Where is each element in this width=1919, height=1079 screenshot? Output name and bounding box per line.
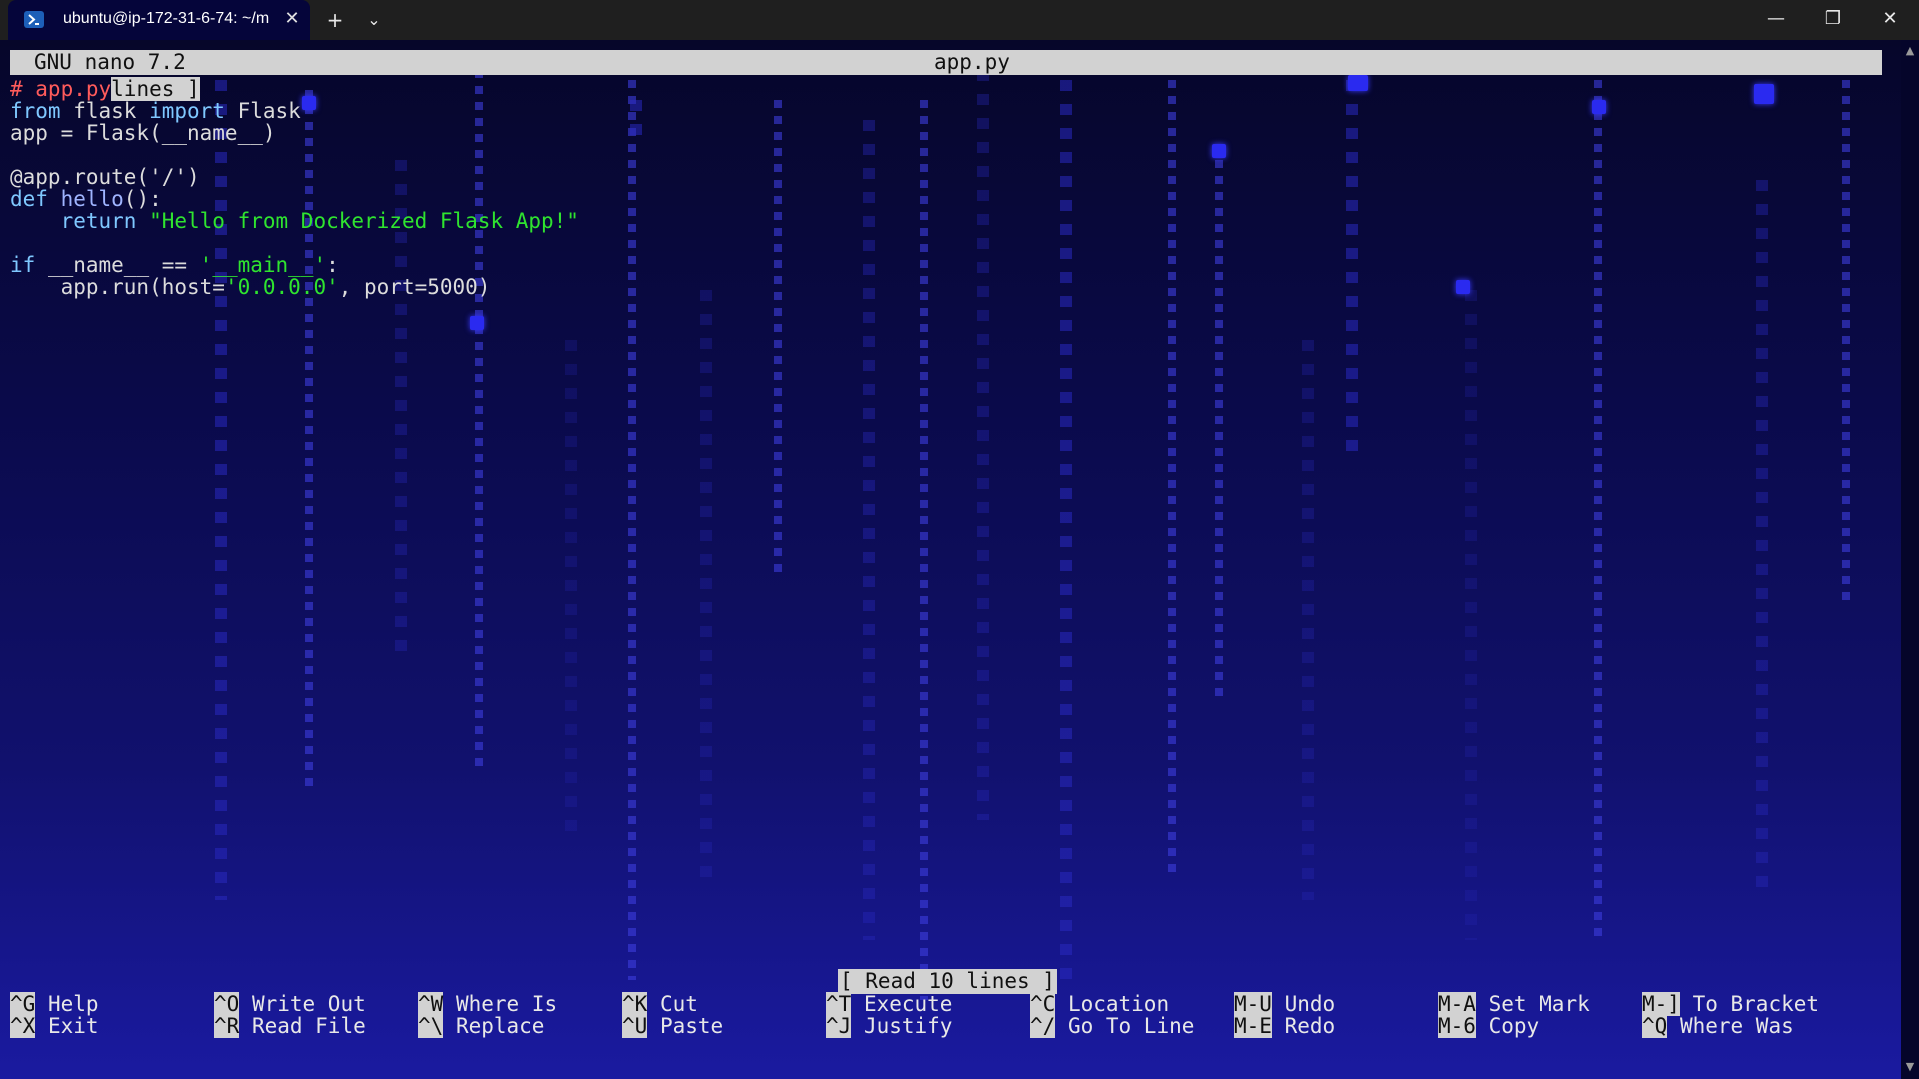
shortcut-key: M-E bbox=[1234, 1014, 1272, 1038]
scroll-down-icon[interactable]: ▼ bbox=[1903, 1060, 1917, 1074]
scroll-up-icon[interactable]: ▲ bbox=[1903, 44, 1917, 58]
shortcut-key: ^X bbox=[10, 1014, 36, 1038]
tab-close-icon[interactable]: ✕ bbox=[282, 8, 302, 30]
shortcut-label: Redo bbox=[1271, 1014, 1336, 1038]
nano-filename: app.py bbox=[934, 50, 1010, 74]
code-line-10[interactable]: app.run(host='0.0.0.0', port=5000) bbox=[10, 274, 491, 301]
shortcut-exit[interactable]: ^X Exit bbox=[10, 1013, 99, 1039]
new-tab-button[interactable]: + bbox=[323, 6, 347, 34]
shortcut-justify[interactable]: ^J Justify bbox=[826, 1013, 952, 1039]
shortcut-label: Exit bbox=[35, 1014, 99, 1038]
shortcut-key: ^/ bbox=[1030, 1014, 1056, 1038]
matrix-background bbox=[0, 40, 1901, 1079]
minimize-button[interactable]: — bbox=[1748, 0, 1804, 40]
code-line-7[interactable]: return "Hello from Dockerized Flask App!… bbox=[10, 208, 579, 235]
code-line-3[interactable]: app = Flask(__name__) bbox=[10, 120, 276, 147]
tab-dropdown-icon[interactable]: ⌄ bbox=[362, 6, 386, 34]
terminal-pane[interactable]: GNU nano 7.2 app.py # app.pylines ] from… bbox=[0, 40, 1901, 1079]
shortcut-label: Justify bbox=[851, 1014, 953, 1038]
tab-title: ubuntu@ip-172-31-6-74: ~/m bbox=[63, 10, 270, 27]
shortcut-replace[interactable]: ^\ Replace bbox=[418, 1013, 544, 1039]
shortcut-go-to-line[interactable]: ^/ Go To Line bbox=[1030, 1013, 1194, 1039]
shortcut-where-was[interactable]: ^Q Where Was bbox=[1642, 1013, 1794, 1039]
shortcut-copy[interactable]: M-6 Copy bbox=[1438, 1013, 1539, 1039]
shortcut-redo[interactable]: M-E Redo bbox=[1234, 1013, 1335, 1039]
maximize-button[interactable]: ❐ bbox=[1805, 0, 1861, 40]
shortcut-key: ^\ bbox=[418, 1014, 444, 1038]
shortcut-label: Read File bbox=[239, 1014, 366, 1038]
powershell-icon bbox=[24, 11, 44, 28]
shortcut-key: M-6 bbox=[1438, 1014, 1476, 1038]
shortcut-key: ^U bbox=[622, 1014, 648, 1038]
close-button[interactable]: ✕ bbox=[1862, 0, 1918, 40]
scrollbar[interactable]: ▲ ▼ bbox=[1901, 40, 1919, 1079]
shortcut-label: Copy bbox=[1475, 1014, 1540, 1038]
terminal-tab[interactable]: ubuntu@ip-172-31-6-74: ~/m ✕ bbox=[8, 0, 310, 40]
shortcut-key: ^R bbox=[214, 1014, 240, 1038]
shortcut-key: ^Q bbox=[1642, 1014, 1668, 1038]
shortcut-key: ^J bbox=[826, 1014, 852, 1038]
shortcut-paste[interactable]: ^U Paste bbox=[622, 1013, 723, 1039]
nano-version: GNU nano 7.2 bbox=[34, 50, 186, 74]
shortcut-label: Where Was bbox=[1667, 1014, 1794, 1038]
nano-header: GNU nano 7.2 app.py bbox=[10, 50, 1882, 75]
shortcut-read-file[interactable]: ^R Read File bbox=[214, 1013, 366, 1039]
shortcut-label: Paste bbox=[647, 1014, 724, 1038]
shortcut-label: Go To Line bbox=[1055, 1014, 1195, 1038]
shortcut-label: Replace bbox=[443, 1014, 545, 1038]
title-bar: ubuntu@ip-172-31-6-74: ~/m ✕ + ⌄ — ❐ ✕ bbox=[0, 0, 1919, 40]
